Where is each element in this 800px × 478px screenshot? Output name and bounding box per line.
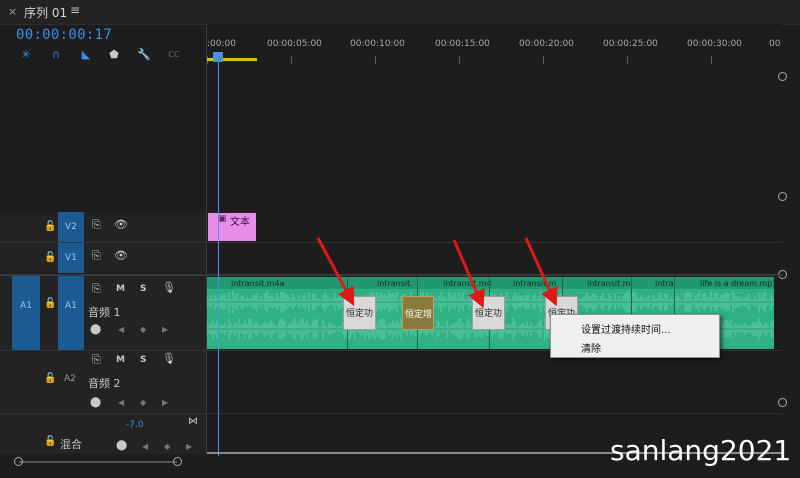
red-arrow-2 [452, 239, 485, 309]
red-arrow-3 [524, 237, 558, 307]
annotation-arrows [316, 237, 558, 309]
red-arrow-1 [316, 237, 355, 306]
watermark: sanlang2021 [610, 434, 792, 467]
horizontal-scrollbar-left[interactable] [14, 457, 182, 466]
playhead-line[interactable] [218, 54, 219, 456]
